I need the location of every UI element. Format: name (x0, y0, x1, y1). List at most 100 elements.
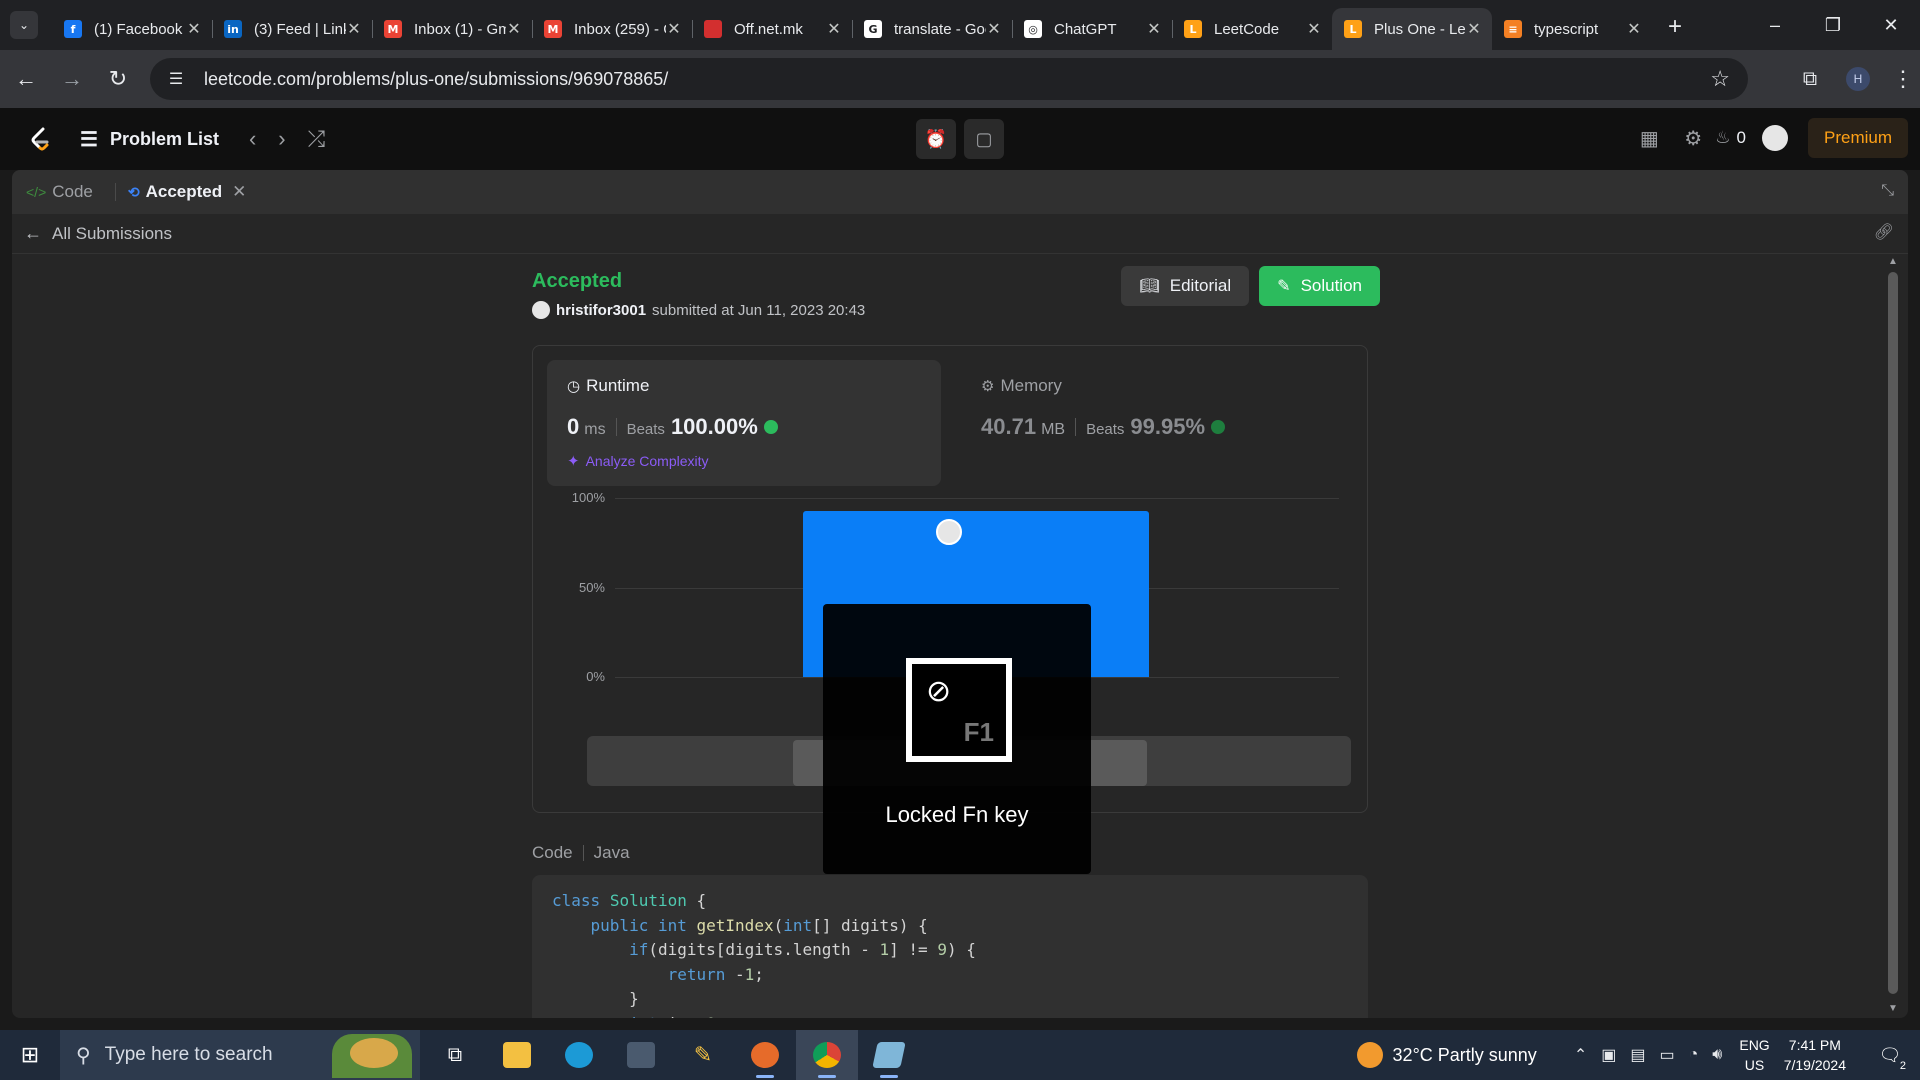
code-block[interactable]: class Solution { public int getIndex(int… (532, 875, 1368, 1018)
tab-accepted[interactable]: ⟲ Accepted ✕ (128, 182, 247, 202)
close-window-button[interactable]: ✕ (1862, 0, 1920, 50)
share-link-icon[interactable]: 🔗︎ (1874, 222, 1894, 242)
close-tab-icon[interactable]: ✕ (232, 182, 246, 202)
notification-count: 2 (1899, 1059, 1906, 1072)
browser-tab[interactable]: Gtranslate - Google✕ (852, 8, 1012, 50)
close-tab-icon[interactable]: ✕ (506, 19, 522, 39)
chrome-icon[interactable] (796, 1030, 858, 1080)
leetcode-logo-icon[interactable] (26, 125, 54, 153)
scrollbar-thumb[interactable] (1888, 272, 1898, 994)
bookmark-star-icon[interactable]: ☆ (1710, 66, 1730, 92)
file-explorer-icon[interactable] (486, 1030, 548, 1080)
minimize-panel-icon[interactable]: ⤡ (1881, 182, 1894, 200)
close-tab-icon[interactable]: ✕ (986, 19, 1002, 39)
browser-tab[interactable]: L Plus One - LeetCode✕ (1332, 8, 1492, 50)
browser-tab[interactable]: ◎ ChatGPT ✕ (1012, 8, 1172, 50)
problem-list-button[interactable]: ☰ Problem List (80, 127, 219, 152)
new-tab-button[interactable]: + (1660, 12, 1690, 42)
leetcode-header: ☰ Problem List ‹ › ⤮ ⏰ ▢ ▦ ⚙ ♨ 0 Premium (0, 108, 1920, 170)
firefox-icon[interactable] (734, 1030, 796, 1080)
all-submissions-link[interactable]: ← All Submissions (12, 214, 1908, 254)
pen-app-icon[interactable]: ✎ (672, 1030, 734, 1080)
meet-icon[interactable]: ▣ (1601, 1045, 1616, 1065)
y-tick-label: 100% (571, 490, 605, 505)
battery-icon[interactable]: ▭ (1659, 1045, 1674, 1065)
url-text[interactable]: leetcode.com/problems/plus-one/submissio… (204, 69, 668, 90)
notes-app-icon[interactable] (858, 1030, 920, 1080)
memory-divider (1075, 418, 1077, 436)
display-icon[interactable]: ▤ (1630, 1045, 1645, 1065)
runtime-divider (615, 418, 617, 436)
toolbar-right: ⧉ H ⋮ (1788, 50, 1920, 108)
browser-tab[interactable]: M Inbox (1) - Gmail✕ (372, 8, 532, 50)
close-tab-icon[interactable]: ✕ (186, 19, 202, 39)
tab-code[interactable]: </> Code (26, 182, 93, 202)
header-right: ▦ ⚙ ♨ 0 Premium (1627, 118, 1908, 158)
layout-icon[interactable]: ▦ (1627, 126, 1671, 151)
close-tab-icon[interactable]: ✕ (1306, 19, 1322, 39)
browser-tab[interactable]: in (3) Feed | LinkedIn✕ (212, 8, 372, 50)
back-button[interactable]: ← (6, 59, 46, 99)
next-problem-icon[interactable]: › (278, 126, 285, 152)
premium-button[interactable]: Premium (1807, 118, 1908, 158)
browser-tab[interactable]: L LeetCode ✕ (1172, 8, 1332, 50)
book-icon: 📖︎ (1139, 278, 1160, 295)
language-indicator[interactable]: ENG US (1739, 1035, 1769, 1075)
clock[interactable]: 7:41 PM 7/19/2024 (1784, 1035, 1846, 1075)
runtime-metric[interactable]: ◷ Runtime 0 ms Beats 100.00% ✦ Analyze C… (547, 360, 941, 486)
scroll-up-icon[interactable]: ▲ (1888, 256, 1898, 267)
notes-icon[interactable]: ▢ (964, 119, 1004, 159)
reload-button[interactable]: ↻ (98, 59, 138, 99)
calculator-icon[interactable] (610, 1030, 672, 1080)
chip-icon: ⚙ (981, 378, 995, 395)
streak-counter[interactable]: ♨ 0 (1715, 128, 1746, 148)
editorial-button[interactable]: 📖︎ Editorial (1121, 266, 1250, 306)
taskbar-search-box[interactable]: ⚲ Type here to search (60, 1030, 420, 1080)
wifi-icon[interactable]: ◔ (1689, 1046, 1699, 1064)
windows-taskbar: ⊞ ⚲ Type here to search ⧉ ✎ 32°C Partly … (0, 1030, 1920, 1080)
scroll-down-icon[interactable]: ▼ (1888, 1003, 1898, 1014)
site-info-icon[interactable]: ☰ (160, 69, 192, 89)
analyze-complexity-link[interactable]: ✦ Analyze Complexity (567, 452, 921, 470)
window-controls: – ❐ ✕ (1746, 0, 1920, 50)
address-bar[interactable]: ☰ leetcode.com/problems/plus-one/submiss… (150, 58, 1748, 100)
browser-tab[interactable]: M Inbox (259) - Gmail✕ (532, 8, 692, 50)
extensions-icon[interactable]: ⧉ (1788, 68, 1832, 91)
profile-avatar[interactable]: H (1846, 67, 1870, 91)
close-tab-icon[interactable]: ✕ (1626, 19, 1642, 39)
browser-tab[interactable]: f (1) Facebook ✕ (52, 8, 212, 50)
close-tab-icon[interactable]: ✕ (346, 19, 362, 39)
tab-search-button[interactable]: ⌄ (10, 11, 38, 39)
tab-code-label: Code (52, 182, 93, 201)
chevron-up-icon[interactable]: ⌃ (1574, 1045, 1587, 1065)
browser-menu-icon[interactable]: ⋮ (1886, 66, 1920, 92)
edge-icon[interactable] (548, 1030, 610, 1080)
user-avatar[interactable] (1761, 125, 1788, 151)
windows-start-icon[interactable]: ⊞ (0, 1042, 60, 1068)
browser-tab[interactable]: ≡ typescript ✕ (1492, 8, 1652, 50)
shuffle-icon[interactable]: ⤮ (308, 126, 326, 152)
notifications-icon[interactable]: 🗨︎ 2 (1868, 1045, 1912, 1072)
task-view-icon[interactable]: ⧉ (424, 1030, 486, 1080)
linkedin-icon: in (224, 20, 242, 38)
timer-icon[interactable]: ⏰ (916, 119, 956, 159)
close-tab-icon[interactable]: ✕ (1466, 19, 1482, 39)
volume-icon[interactable]: 🔊︎ (1712, 1046, 1722, 1064)
weather-widget[interactable]: 32°C Partly sunny (1356, 1042, 1537, 1068)
submitter-username[interactable]: hristifor3001 (556, 302, 646, 319)
prev-problem-icon[interactable]: ‹ (249, 126, 256, 152)
close-tab-icon[interactable]: ✕ (1146, 19, 1162, 39)
runtime-title: ◷ Runtime (567, 376, 921, 396)
browser-tab[interactable]: Off.net.mk ✕ (692, 8, 852, 50)
minimize-button[interactable]: – (1746, 0, 1804, 50)
vertical-scrollbar[interactable]: ▲ ▼ (1886, 256, 1900, 1014)
memory-beats-pct: 99.95% (1130, 414, 1206, 439)
close-tab-icon[interactable]: ✕ (666, 19, 682, 39)
tab-title: Inbox (1) - Gmail (414, 20, 506, 38)
memory-metric[interactable]: ⚙ Memory 40.71 MB Beats 99.95% (963, 360, 1343, 486)
close-tab-icon[interactable]: ✕ (826, 19, 842, 39)
settings-gear-icon[interactable]: ⚙ (1671, 126, 1715, 151)
restore-button[interactable]: ❐ (1804, 0, 1862, 50)
forward-button[interactable]: → (52, 59, 92, 99)
solution-button[interactable]: ✎ Solution (1259, 266, 1380, 306)
